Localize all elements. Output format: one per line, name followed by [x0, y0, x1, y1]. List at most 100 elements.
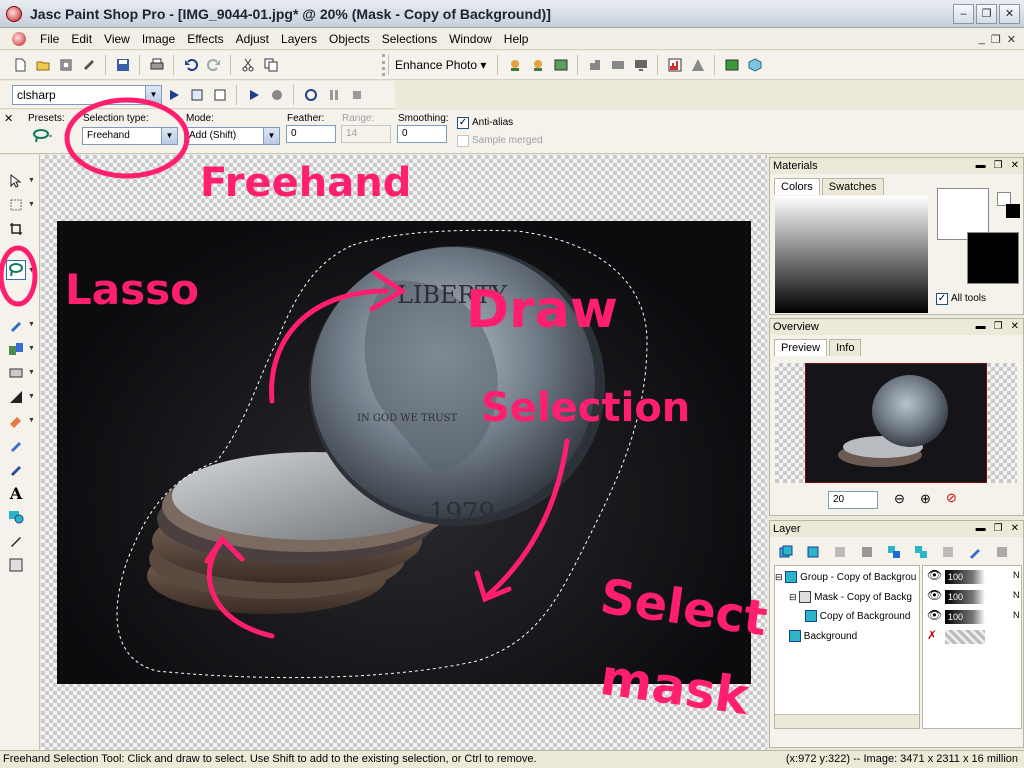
- text-tool-icon[interactable]: A: [6, 483, 26, 503]
- monitor-icon[interactable]: [629, 54, 652, 76]
- menu-effects[interactable]: Effects: [181, 32, 229, 46]
- app-icon[interactable]: [6, 5, 22, 22]
- menu-file[interactable]: File: [34, 32, 65, 46]
- chevron-down-icon[interactable]: ▼: [161, 128, 177, 144]
- browse-icon[interactable]: [54, 54, 77, 76]
- record-icon[interactable]: [265, 84, 288, 106]
- scan-icon[interactable]: [77, 54, 100, 76]
- edit-selection-icon[interactable]: [963, 541, 986, 563]
- duplicate-layer-icon[interactable]: [882, 541, 905, 563]
- layer-row-group[interactable]: ⊟ Group - Copy of Backgrou: [775, 568, 919, 586]
- new-vector-layer-icon[interactable]: [801, 541, 824, 563]
- opacity-slider[interactable]: 100: [945, 610, 985, 624]
- copy-icon[interactable]: [259, 54, 282, 76]
- pin-icon[interactable]: ▬: [976, 158, 986, 174]
- pin-icon[interactable]: ▬: [976, 521, 986, 537]
- face-icon[interactable]: [526, 54, 549, 76]
- pen-tool-icon[interactable]: [6, 531, 26, 551]
- eye-icon[interactable]: 👁: [927, 588, 942, 602]
- histogram-icon[interactable]: [663, 54, 686, 76]
- zoom-stepper[interactable]: 20: [828, 491, 878, 509]
- tab-preview[interactable]: Preview: [774, 339, 828, 356]
- layer-row-background[interactable]: Background: [789, 628, 919, 646]
- pointer-tool-icon[interactable]: [6, 171, 26, 191]
- menu-view[interactable]: View: [98, 32, 136, 46]
- restore-icon[interactable]: ❐: [994, 521, 1003, 537]
- chevron-down-icon[interactable]: ▼: [145, 85, 161, 104]
- edit-script-icon[interactable]: [185, 84, 208, 106]
- pause-icon[interactable]: [322, 84, 345, 106]
- tool-flyout-icon[interactable]: ▼: [28, 345, 35, 352]
- zoom-out-icon[interactable]: ⊖: [894, 491, 905, 507]
- menu-layers[interactable]: Layers: [275, 32, 323, 46]
- undo-icon[interactable]: [179, 54, 202, 76]
- new-file-icon[interactable]: [8, 54, 31, 76]
- layers-stack-icon[interactable]: [606, 54, 629, 76]
- tool-flyout-icon[interactable]: ▼: [28, 201, 35, 208]
- overview-thumbnail[interactable]: [775, 362, 1017, 484]
- layer-row-copy[interactable]: Copy of Background: [805, 608, 919, 626]
- script-select[interactable]: clsharp ▼: [12, 84, 162, 105]
- scratch-remover-icon[interactable]: [6, 363, 26, 383]
- menu-adjust[interactable]: Adjust: [230, 32, 275, 46]
- tool-flyout-icon[interactable]: ▼: [28, 369, 35, 376]
- tool-flyout-icon[interactable]: ▼: [28, 393, 35, 400]
- color-replacer-icon[interactable]: [6, 459, 26, 479]
- picture-tube-icon[interactable]: [6, 435, 26, 455]
- mode-select[interactable]: Add (Shift) ▼: [184, 127, 280, 145]
- eraser-tool-icon[interactable]: [6, 411, 26, 431]
- tab-swatches[interactable]: Swatches: [821, 178, 884, 195]
- landscape-icon[interactable]: [549, 54, 572, 76]
- enhance-photo-menu[interactable]: Enhance Photo ▾: [388, 55, 492, 75]
- new-adjustment-layer-icon[interactable]: [855, 541, 878, 563]
- red-eye-icon[interactable]: [503, 54, 526, 76]
- menu-help[interactable]: Help: [498, 32, 535, 46]
- script-output-icon[interactable]: [208, 84, 231, 106]
- menu-window[interactable]: Window: [443, 32, 498, 46]
- menu-image[interactable]: Image: [136, 32, 181, 46]
- run-script-icon[interactable]: [162, 84, 185, 106]
- blend-mode[interactable]: N: [1013, 570, 1020, 580]
- restore-icon[interactable]: ❐: [994, 319, 1003, 335]
- redo-icon[interactable]: [202, 54, 225, 76]
- eye-icon[interactable]: 👁: [927, 568, 942, 582]
- picture-icon[interactable]: [720, 54, 743, 76]
- selection-type-select[interactable]: Freehand ▼: [82, 127, 178, 145]
- blend-mode[interactable]: N: [1013, 590, 1020, 600]
- doc-close-button[interactable]: ✕: [1007, 33, 1016, 46]
- warp-brush-icon[interactable]: [6, 555, 26, 575]
- cube-icon[interactable]: [743, 54, 766, 76]
- background-swatch[interactable]: [967, 232, 1019, 284]
- close-icon[interactable]: ✕: [4, 112, 13, 125]
- tab-info[interactable]: Info: [829, 339, 862, 356]
- close-icon[interactable]: ✕: [1011, 158, 1019, 174]
- move-tool-icon[interactable]: [6, 195, 26, 215]
- close-icon[interactable]: ✕: [1011, 521, 1019, 537]
- close-icon[interactable]: ✕: [1011, 319, 1019, 335]
- all-tools-checkbox[interactable]: ✓: [936, 293, 948, 305]
- document-icon[interactable]: [12, 31, 26, 46]
- minimize-button[interactable]: –: [953, 4, 974, 24]
- crop-tool-icon[interactable]: [6, 219, 26, 239]
- stop-icon[interactable]: [345, 84, 368, 106]
- color-picker[interactable]: [775, 196, 928, 313]
- tool-flyout-icon[interactable]: ▼: [28, 321, 35, 328]
- layer-row-mask[interactable]: ⊟ Mask - Copy of Backg: [789, 588, 919, 606]
- tool-flyout-icon[interactable]: ▼: [28, 267, 35, 274]
- cut-icon[interactable]: [236, 54, 259, 76]
- blend-mode[interactable]: N: [1013, 610, 1020, 620]
- lasso-preset-icon[interactable]: [32, 128, 54, 147]
- tool-flyout-icon[interactable]: ▼: [28, 177, 35, 184]
- shape-icon[interactable]: [583, 54, 606, 76]
- small-background-swatch[interactable]: [1006, 204, 1020, 218]
- print-icon[interactable]: [145, 54, 168, 76]
- chevron-down-icon[interactable]: ▼: [263, 128, 279, 144]
- layer-tree-hscrollbar[interactable]: [775, 714, 919, 728]
- tab-colors[interactable]: Colors: [774, 178, 820, 195]
- menu-selections[interactable]: Selections: [376, 32, 443, 46]
- lasso-tool-icon[interactable]: [6, 260, 26, 280]
- run-selected-icon[interactable]: [242, 84, 265, 106]
- zoom-reset-icon[interactable]: ⊘: [946, 490, 957, 506]
- opacity-slider[interactable]: 100: [945, 570, 985, 584]
- smoothing-stepper[interactable]: 0: [397, 125, 447, 143]
